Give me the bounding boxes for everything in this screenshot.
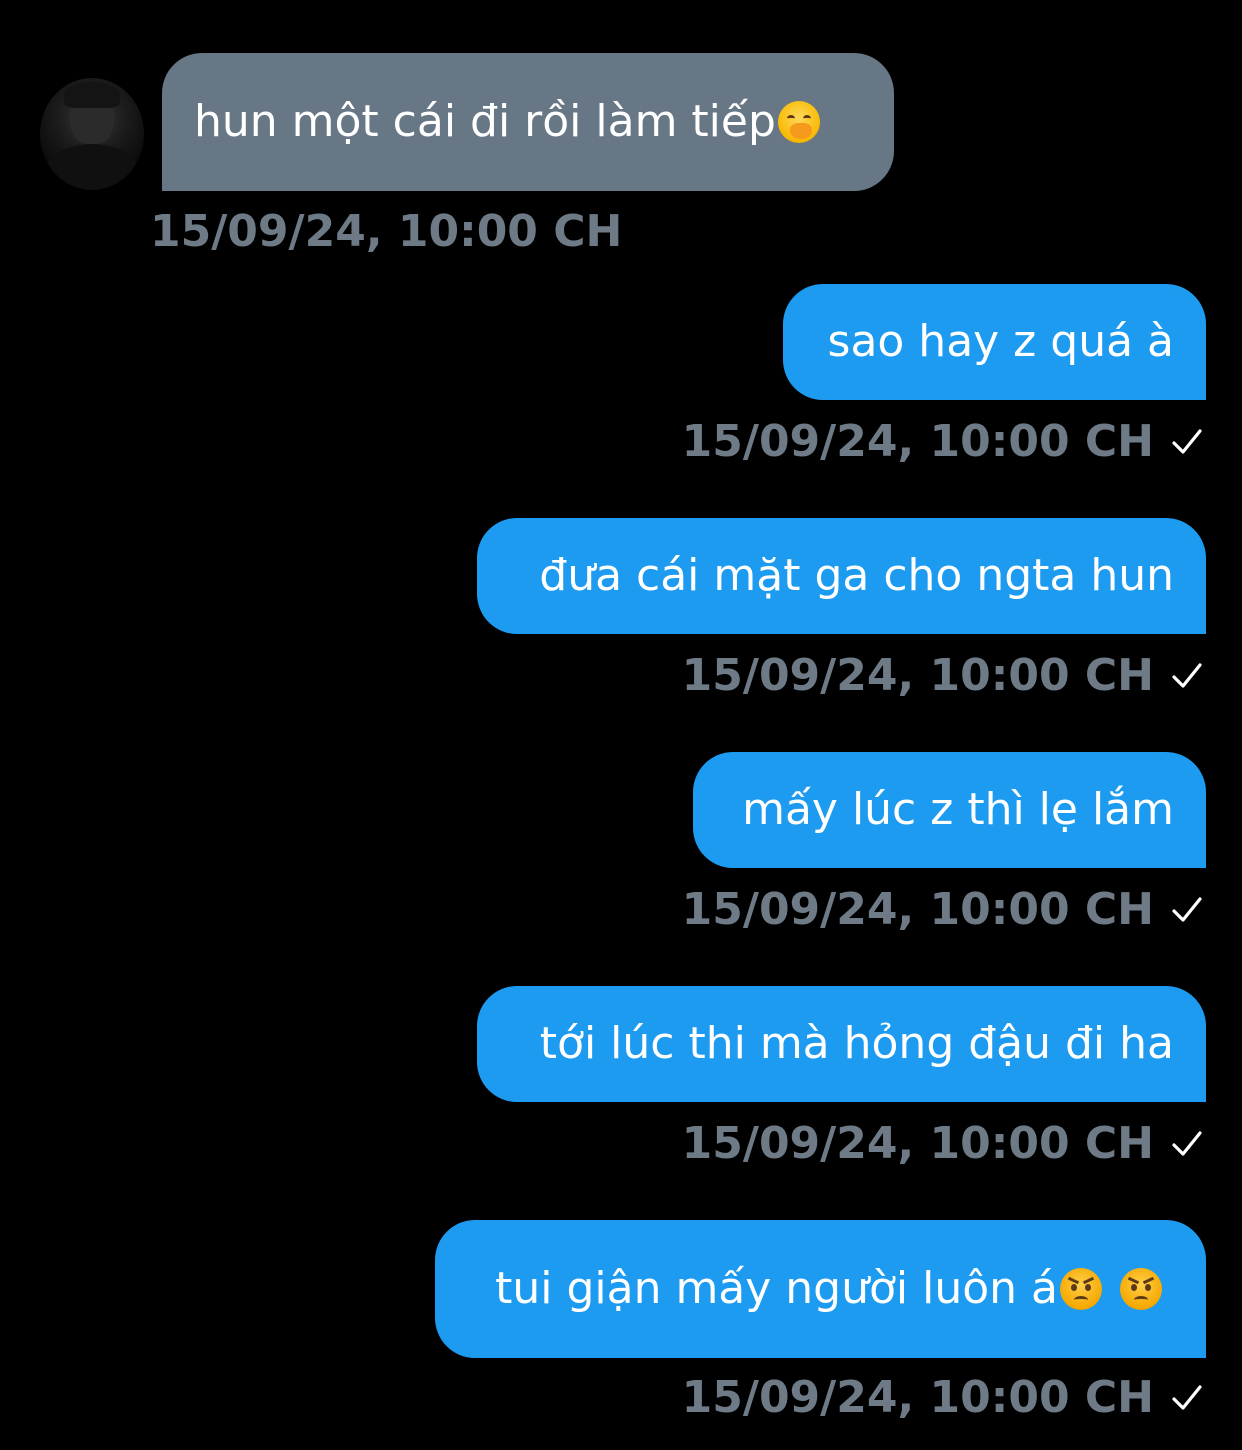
angry-face-icon (1120, 1268, 1162, 1310)
message-bubble-outgoing[interactable]: sao hay z quá à (783, 284, 1206, 400)
message-meta: 15/09/24, 10:00 CH (682, 420, 1204, 464)
message-timestamp: 15/09/24, 10:00 CH (681, 1118, 1154, 1169)
check-icon (1172, 429, 1202, 454)
message-timestamp: 15/09/24, 10:00 CH (150, 206, 623, 257)
message-text: sao hay z quá à (827, 316, 1174, 367)
message-text: tới lúc thi mà hỏng đậu đi ha (539, 1018, 1174, 1069)
angry-face-icon (1060, 1268, 1102, 1310)
message-meta: 15/09/24, 10:00 CH (682, 1376, 1204, 1420)
message-bubble-outgoing[interactable]: mấy lúc z thì lẹ lắm (693, 752, 1206, 868)
message-text: hun một cái đi rồi làm tiếp (194, 96, 776, 147)
avatar-hair (64, 82, 120, 108)
message-timestamp: 15/09/24, 10:00 CH (681, 884, 1154, 935)
avatar-shoulders (44, 144, 140, 190)
message-text: tui giận mấy người luôn á (495, 1263, 1058, 1314)
message-bubble-outgoing[interactable]: tui giận mấy người luôn á (435, 1220, 1206, 1358)
message-bubble-outgoing[interactable]: tới lúc thi mà hỏng đậu đi ha (477, 986, 1206, 1102)
face-with-hand-over-mouth-icon (777, 101, 820, 143)
message-bubble-incoming[interactable]: hun một cái đi rồi làm tiếp (162, 53, 894, 191)
message-text: đưa cái mặt ga cho ngta hun (539, 550, 1174, 601)
message-timestamp: 15/09/24, 10:00 CH (681, 1372, 1154, 1423)
message-timestamp: 15/09/24, 10:00 CH (681, 650, 1154, 701)
chat-thread: hun một cái đi rồi làm tiếp 15/09/24, 10… (0, 0, 1242, 1450)
check-icon (1172, 1385, 1202, 1410)
message-meta: 15/09/24, 10:00 CH (682, 1122, 1204, 1166)
message-text: mấy lúc z thì lẹ lắm (742, 784, 1174, 835)
message-meta: 15/09/24, 10:00 CH (682, 888, 1204, 932)
message-bubble-outgoing[interactable]: đưa cái mặt ga cho ngta hun (477, 518, 1206, 634)
avatar[interactable] (40, 78, 144, 190)
check-icon (1172, 897, 1202, 922)
message-meta: 15/09/24, 10:00 CH (682, 654, 1204, 698)
check-icon (1172, 1131, 1202, 1156)
message-timestamp: 15/09/24, 10:00 CH (681, 416, 1154, 467)
check-icon (1172, 663, 1202, 688)
